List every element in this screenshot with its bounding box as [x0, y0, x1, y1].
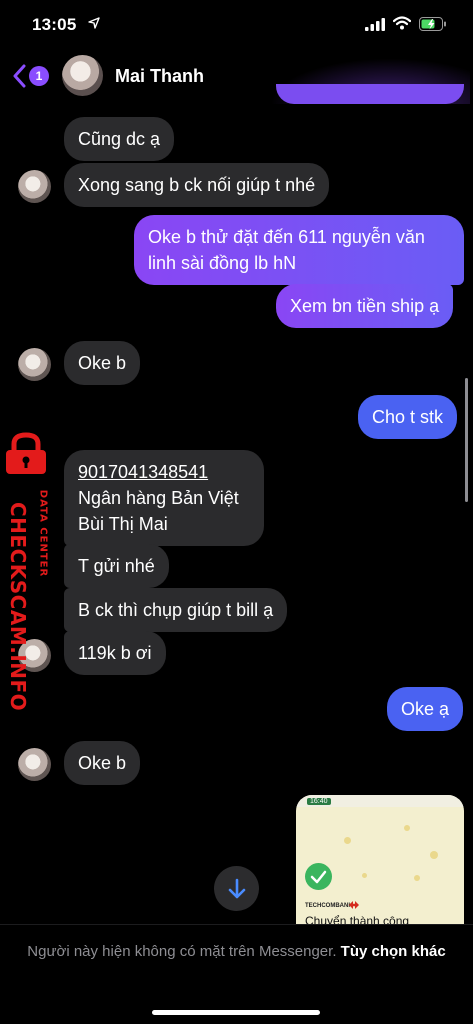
back-button[interactable]: 1	[12, 62, 52, 90]
contact-avatar[interactable]	[62, 55, 103, 96]
contact-name[interactable]: Mai Thanh	[115, 66, 204, 87]
message-outgoing[interactable]: Oke ạ	[387, 687, 464, 731]
message-text: Oke b thử đặt đến 611 nguyễn văn	[148, 227, 425, 247]
decor-dot	[344, 837, 351, 844]
chevron-left-icon	[13, 64, 26, 88]
message-incoming[interactable]: Oke b	[64, 741, 141, 785]
message-outgoing[interactable]: Oke b thử đặt đến 611 nguyễn văn linh sà…	[134, 215, 464, 285]
message-text: Bùi Thị Mai	[78, 514, 168, 534]
wifi-icon	[393, 16, 411, 30]
sender-avatar[interactable]	[18, 348, 51, 381]
message-text: Oke ạ	[401, 699, 450, 719]
message-text: Cũng dc ạ	[78, 129, 161, 149]
cellular-signal-icon	[365, 18, 385, 31]
message-text: linh sài đồng lb hN	[148, 253, 297, 273]
message-incoming[interactable]: Xong sang b ck nối giúp t nhé	[64, 163, 330, 207]
decor-dot	[430, 851, 438, 859]
message-text: Oke b	[78, 753, 127, 773]
home-indicator[interactable]	[152, 1010, 320, 1015]
success-check-icon	[305, 863, 332, 890]
shared-image-message[interactable]: 16:40 TECHCOMBANK Chuyển thành công	[296, 795, 464, 930]
message-text: 119k b ơi	[78, 643, 152, 663]
footer-message: Người này hiện không có mặt trên Messeng…	[20, 941, 453, 963]
lock-icon	[6, 432, 46, 474]
message-incoming[interactable]: Oke b	[64, 341, 141, 385]
unread-badge: 1	[29, 66, 49, 86]
message-text: Xem bn tiền ship ạ	[290, 296, 440, 316]
sender-avatar[interactable]	[18, 748, 51, 781]
message-incoming[interactable]: B ck thì chụp giúp t bill ạ	[64, 588, 288, 632]
message-text: T gửi nhé	[78, 556, 155, 576]
battery-charging-icon	[419, 17, 446, 31]
watermark-text: CHECKSCAM.INFO	[6, 502, 30, 712]
message-outgoing[interactable]: Cho t stk	[358, 395, 458, 439]
decor-dot	[362, 873, 367, 878]
account-number-link[interactable]: 9017041348541	[78, 459, 250, 485]
message-incoming[interactable]: Cũng dc ạ	[64, 117, 175, 161]
composer-unavailable-footer: Người này hiện không có mặt trên Messeng…	[0, 924, 473, 1024]
scroll-to-bottom-button[interactable]	[214, 866, 259, 911]
message-incoming[interactable]: 9017041348541 Ngân hàng Bản Việt Bùi Thị…	[64, 450, 264, 546]
watermark-subtitle: DATA CENTER	[37, 489, 49, 578]
footer-notice-text: Người này hiện không có mặt trên Messeng…	[27, 943, 337, 960]
message-incoming[interactable]: T gửi nhé	[64, 544, 169, 588]
sender-avatar[interactable]	[18, 170, 51, 203]
bank-logo-text: TECHCOMBANK	[305, 903, 353, 909]
image-time-label: 16:40	[307, 798, 331, 805]
status-bar: 13:05	[0, 0, 473, 50]
status-time: 13:05	[32, 15, 77, 34]
message-text: Oke b	[78, 353, 127, 373]
message-text: Ngân hàng Bản Việt	[78, 488, 239, 508]
location-arrow-icon	[88, 17, 100, 29]
arrow-down-icon	[228, 878, 246, 899]
message-incoming[interactable]: 119k b ơi	[64, 631, 166, 675]
message-text: B ck thì chụp giúp t bill ạ	[78, 600, 274, 620]
decor-dot	[404, 825, 410, 831]
message-text: Xong sang b ck nối giúp t nhé	[78, 175, 316, 195]
message-outgoing[interactable]: Xem bn tiền ship ạ	[276, 284, 454, 328]
more-options-link[interactable]: Tùy chọn khác	[341, 943, 446, 960]
scrollbar[interactable]	[465, 378, 468, 502]
message-text: Cho t stk	[372, 407, 444, 427]
decor-dot	[414, 875, 420, 881]
